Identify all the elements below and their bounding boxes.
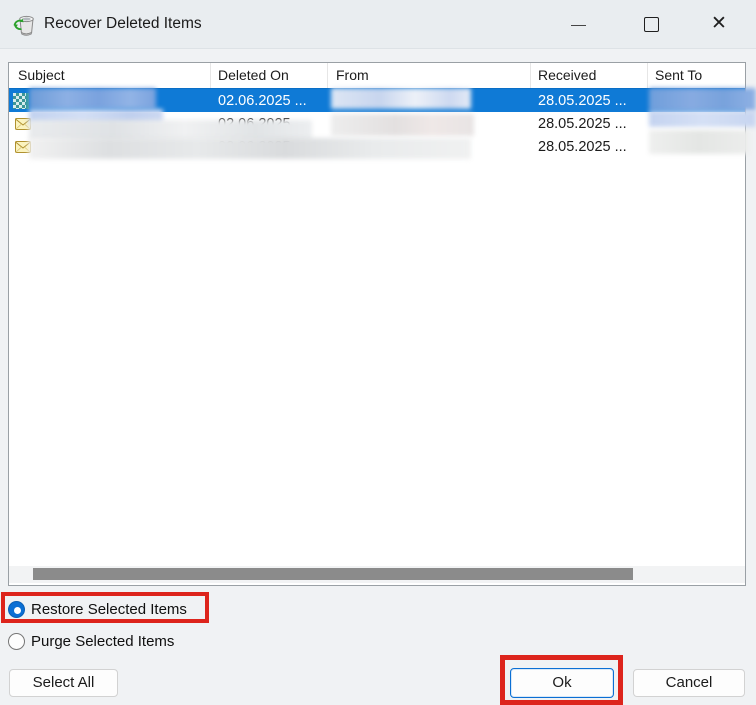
- cancel-button[interactable]: Cancel: [633, 669, 745, 697]
- radio-selected-icon[interactable]: [8, 601, 25, 618]
- redacted-from-blur: [331, 88, 471, 109]
- redacted-item-icon: [13, 93, 29, 109]
- restore-selected-items-option[interactable]: Restore Selected Items: [0, 597, 187, 621]
- column-header-subject[interactable]: Subject: [9, 63, 211, 88]
- column-header-from[interactable]: From: [328, 63, 531, 88]
- redacted-sent-to-blur: [649, 88, 756, 111]
- received-cell: 28.05.2025 ...: [531, 139, 648, 155]
- restore-option-label: Restore Selected Items: [31, 601, 187, 618]
- column-header-deleted-on[interactable]: Deleted On: [211, 63, 328, 88]
- redacted-subject-blur: [29, 138, 471, 159]
- purge-selected-items-option[interactable]: Purge Selected Items: [0, 629, 174, 653]
- recover-deleted-items-icon: [12, 10, 39, 37]
- minimize-icon: [571, 25, 586, 26]
- received-cell: 28.05.2025 ...: [531, 93, 648, 109]
- maximize-button[interactable]: [630, 4, 670, 44]
- redacted-subject-blur: [29, 88, 156, 109]
- horizontal-scrollbar-thumb[interactable]: [33, 568, 633, 580]
- deleted-on-cell: 02.06.2025 ...: [211, 93, 328, 109]
- horizontal-scrollbar[interactable]: [9, 566, 745, 583]
- radio-unselected-icon[interactable]: [8, 633, 25, 650]
- column-header-received[interactable]: Received: [531, 63, 648, 88]
- title-bar: Recover Deleted Items ✕: [0, 0, 756, 49]
- close-button[interactable]: ✕: [700, 4, 740, 44]
- column-header-sent-to[interactable]: Sent To: [648, 63, 745, 88]
- redacted-sent-to-blur: [649, 111, 756, 127]
- recover-deleted-items-dialog: Recover Deleted Items ✕ Subject Deleted …: [0, 0, 756, 705]
- minimize-button[interactable]: [558, 4, 598, 44]
- maximize-icon: [644, 17, 659, 32]
- select-all-button[interactable]: Select All: [9, 669, 118, 697]
- purge-option-label: Purge Selected Items: [31, 633, 174, 650]
- ok-button[interactable]: Ok: [510, 668, 614, 698]
- redacted-sent-to-blur: [649, 130, 749, 154]
- close-icon: ✕: [711, 12, 727, 36]
- list-header: Subject Deleted On From Received Sent To: [9, 63, 745, 89]
- window-title: Recover Deleted Items: [44, 0, 202, 48]
- received-cell: 28.05.2025 ...: [531, 116, 648, 132]
- redacted-from-blur: [331, 114, 474, 136]
